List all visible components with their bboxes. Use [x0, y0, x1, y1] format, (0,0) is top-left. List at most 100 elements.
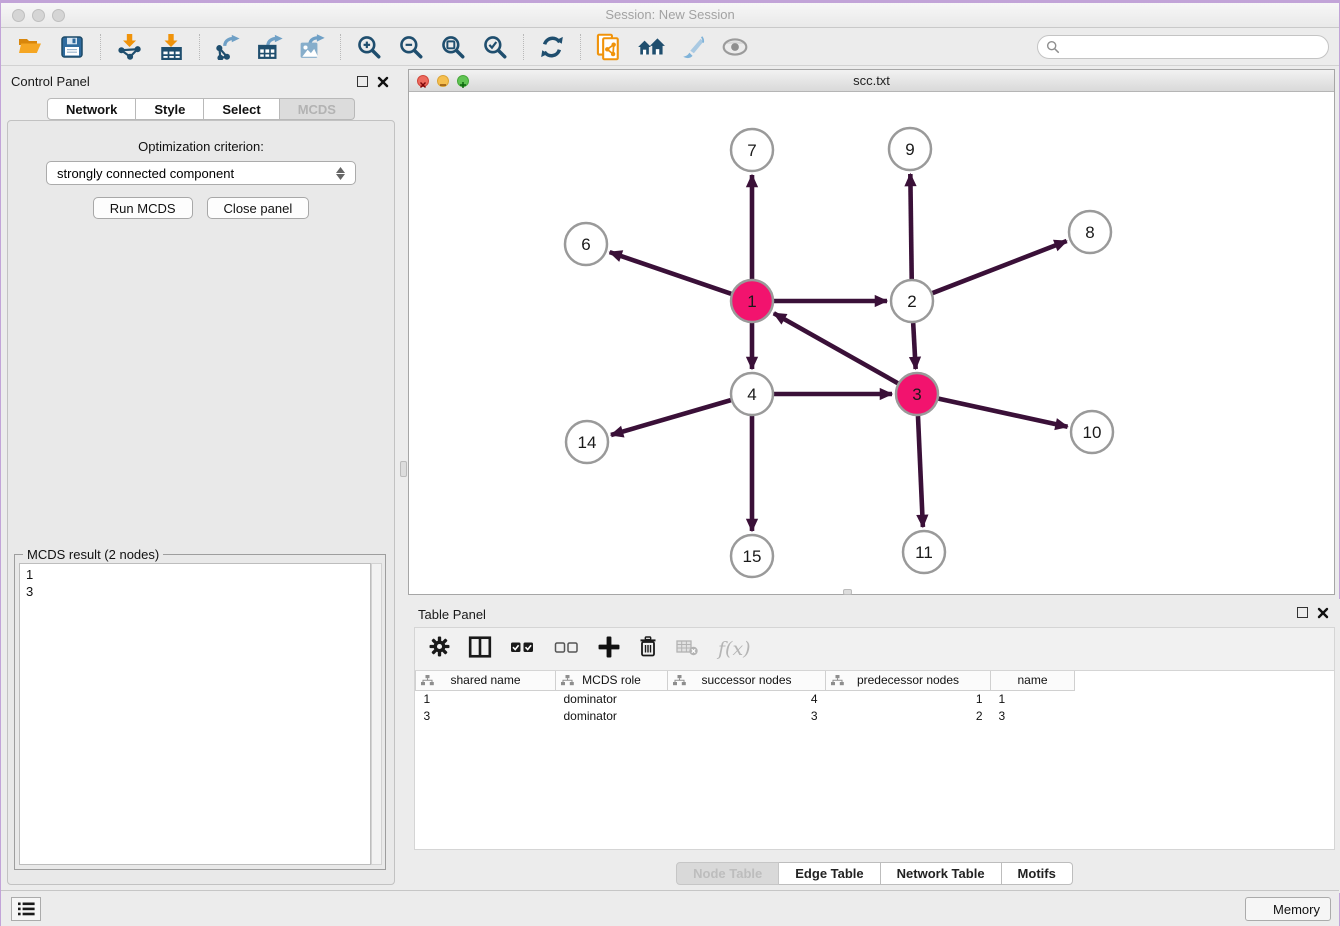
graph-edge-3-10[interactable]	[938, 399, 1067, 427]
graph-edge-4-14[interactable]	[611, 400, 731, 435]
zoom-fit-icon[interactable]	[438, 33, 468, 61]
vertical-splitter-grip[interactable]	[400, 461, 407, 477]
close-panel-button[interactable]: Close panel	[207, 197, 310, 219]
float-panel-icon[interactable]	[357, 76, 368, 87]
graph-edge-3-11[interactable]	[918, 416, 923, 527]
mcds-result-text[interactable]: 1 3	[19, 563, 371, 865]
delete-column-icon[interactable]	[638, 636, 658, 663]
import-table-icon[interactable]	[156, 33, 186, 61]
list-icon	[18, 902, 35, 916]
split-panel-icon[interactable]	[468, 636, 492, 663]
eye-icon[interactable]	[720, 33, 750, 61]
column-tree-icon	[673, 675, 686, 689]
table-toolbar: f(x)	[414, 627, 1335, 671]
result-scrollbar[interactable]	[371, 563, 382, 865]
col-predecessor-nodes[interactable]: predecessor nodes	[826, 671, 991, 690]
graph-edge-1-6[interactable]	[610, 252, 732, 294]
tab-motifs[interactable]: Motifs	[1002, 862, 1073, 885]
col-shared-name[interactable]: shared name	[416, 671, 556, 690]
search-input[interactable]	[1060, 40, 1328, 55]
graph-node-label-3: 3	[912, 385, 921, 404]
toolbar-separator	[523, 34, 524, 60]
table-row[interactable]: 3dominator 32 3	[416, 707, 1075, 724]
run-mcds-button[interactable]: Run MCDS	[93, 197, 193, 219]
graph-node-label-1: 1	[747, 292, 756, 311]
zoom-selected-icon[interactable]	[480, 33, 510, 61]
tab-mcds[interactable]: MCDS	[280, 98, 355, 120]
apply-function-icon[interactable]: f(x)	[718, 638, 751, 660]
search-icon	[1046, 40, 1060, 54]
export-image-icon[interactable]	[297, 33, 327, 61]
criterion-value: strongly connected component	[57, 166, 234, 181]
show-graphics-details-icon[interactable]	[678, 33, 708, 61]
import-network-icon[interactable]	[114, 33, 144, 61]
graph-node-label-9: 9	[905, 140, 914, 159]
delete-table-icon[interactable]	[676, 638, 700, 661]
toolbar-separator	[100, 34, 101, 60]
table-tabs: Node Table Edge Table Network Table Moti…	[408, 862, 1340, 885]
toolbar-separator	[580, 34, 581, 60]
select-all-icon[interactable]	[510, 639, 536, 660]
close-table-panel-icon[interactable]	[1317, 606, 1329, 624]
home-icon[interactable]	[636, 33, 666, 61]
graph-edge-3-1[interactable]	[774, 313, 898, 383]
open-session-icon[interactable]	[15, 33, 45, 61]
table-panel-header: Table Panel	[408, 599, 1340, 627]
tab-edge-table[interactable]: Edge Table	[779, 862, 880, 885]
col-name[interactable]: name	[991, 671, 1075, 690]
tab-select[interactable]: Select	[204, 98, 279, 120]
chevron-updown-icon	[336, 167, 345, 180]
col-mcds-role[interactable]: MCDS role	[556, 671, 668, 690]
export-network-icon[interactable]	[213, 33, 243, 61]
tab-node-table[interactable]: Node Table	[676, 862, 779, 885]
graph-edge-2-3[interactable]	[913, 323, 915, 369]
network-window-titlebar[interactable]: scc.txt	[409, 70, 1334, 92]
control-panel: Control Panel Network Style Select MCDS …	[1, 66, 401, 893]
horizontal-splitter-grip[interactable]	[843, 589, 852, 595]
tab-network-table[interactable]: Network Table	[881, 862, 1002, 885]
table-panel: Table Panel	[408, 599, 1340, 893]
save-session-icon[interactable]	[57, 33, 87, 61]
network-canvas[interactable]: 7968124314101511	[409, 92, 1334, 594]
criterion-label: Optimization criterion:	[8, 139, 394, 154]
new-network-icon[interactable]	[594, 33, 624, 61]
col-successor-nodes[interactable]: successor nodes	[668, 671, 826, 690]
close-panel-icon[interactable]	[377, 75, 389, 93]
memory-label: Memory	[1273, 902, 1320, 917]
memory-button[interactable]: Memory	[1245, 897, 1331, 921]
control-panel-tabs: Network Style Select MCDS	[1, 98, 401, 120]
column-tree-icon	[831, 675, 844, 689]
network-graph[interactable]: 7968124314101511	[409, 92, 1334, 594]
export-table-icon[interactable]	[255, 33, 285, 61]
toolbar-separator	[199, 34, 200, 60]
task-history-button[interactable]	[11, 897, 41, 921]
tab-style[interactable]: Style	[136, 98, 204, 120]
memory-status-dot	[1256, 904, 1267, 915]
mcds-result-group: MCDS result (2 nodes) 1 3	[14, 554, 386, 870]
table-row[interactable]: 1dominator 41 1	[416, 690, 1075, 707]
graph-node-label-6: 6	[581, 235, 590, 254]
refresh-icon[interactable]	[537, 33, 567, 61]
zoom-in-icon[interactable]	[354, 33, 384, 61]
search-field[interactable]	[1037, 35, 1329, 59]
node-table: shared name MCDS role successor nodes pr…	[414, 671, 1335, 850]
criterion-dropdown[interactable]: strongly connected component	[46, 161, 356, 185]
float-table-panel-icon[interactable]	[1297, 607, 1308, 618]
toolbar-separator	[340, 34, 341, 60]
deselect-all-icon[interactable]	[554, 639, 580, 660]
graph-edge-2-9[interactable]	[910, 174, 911, 279]
tab-network[interactable]: Network	[47, 98, 136, 120]
control-panel-title: Control Panel	[11, 74, 90, 89]
column-tree-icon	[421, 675, 434, 689]
column-tree-icon	[561, 675, 574, 689]
result-line: 3	[26, 583, 364, 600]
status-bar: Memory	[1, 890, 1339, 926]
zoom-out-icon[interactable]	[396, 33, 426, 61]
add-column-icon[interactable]	[598, 636, 620, 663]
table-options-icon[interactable]	[429, 636, 450, 662]
graph-node-label-2: 2	[907, 292, 916, 311]
network-window-title: scc.txt	[409, 73, 1334, 88]
graph-edge-2-8[interactable]	[933, 241, 1067, 293]
window-title: Session: New Session	[1, 7, 1339, 22]
mcds-panel: Optimization criterion: strongly connect…	[7, 120, 395, 885]
